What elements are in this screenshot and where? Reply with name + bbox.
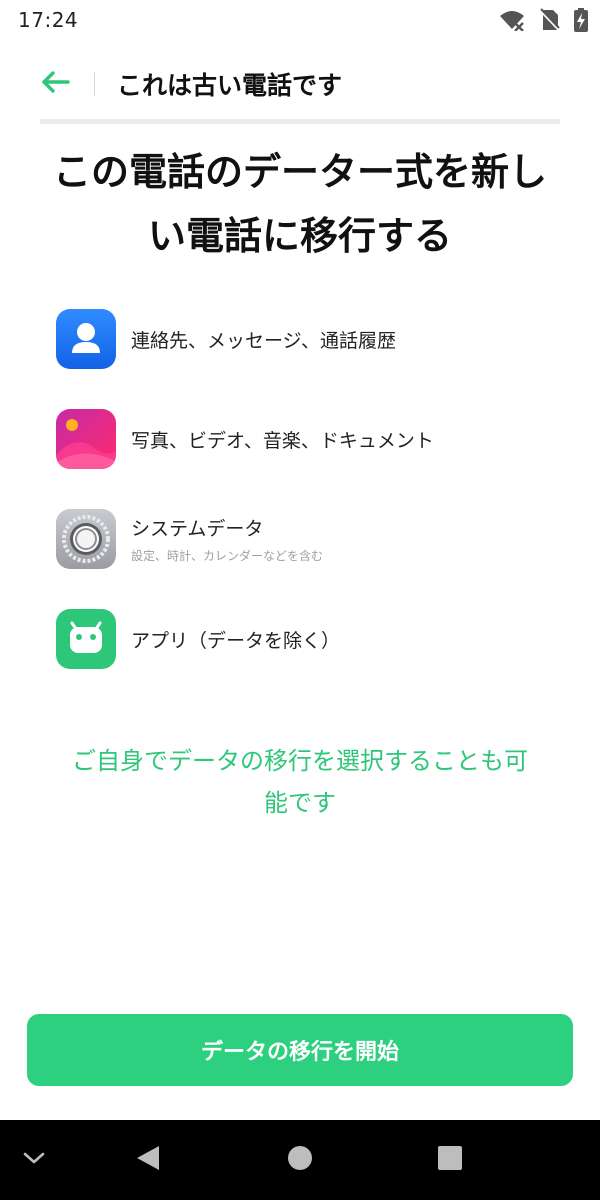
home-circle-icon — [287, 1145, 313, 1175]
chevron-down-icon — [22, 1150, 46, 1170]
list-item-text: システムデータ 設定、時計、カレンダーなどを含む — [131, 514, 323, 564]
select-data-manually-link[interactable]: ご自身でデータの移行を選択することも可 能です — [50, 740, 550, 824]
select-link-line-2: 能です — [264, 789, 336, 817]
list-item-media: 写真、ビデオ、音楽、ドキュメント — [56, 408, 556, 470]
navigation-bar — [0, 1120, 600, 1200]
list-item-system-data: システムデータ 設定、時計、カレンダーなどを含む — [56, 508, 556, 570]
list-item-text: アプリ（データを除く） — [131, 626, 340, 653]
list-item-contacts: 連絡先、メッセージ、通話履歴 — [56, 308, 556, 370]
list-item-label: システムデータ — [131, 518, 264, 540]
header: これは古い電話です — [40, 60, 560, 108]
headline: この電話のデーター式を新し い電話に移行する — [20, 140, 580, 268]
start-transfer-button[interactable]: データの移行を開始 — [27, 1014, 573, 1086]
status-icons — [498, 8, 588, 32]
select-link-line-1: ご自身でデータの移行を選択することも可 — [72, 747, 528, 775]
no-sim-icon — [540, 8, 560, 32]
headline-line-2: い電話に移行する — [147, 214, 452, 258]
header-rule — [40, 119, 560, 124]
list-item-label: 写真、ビデオ、音楽、ドキュメント — [131, 429, 434, 452]
list-item-sublabel: 設定、時計、カレンダーなどを含む — [131, 549, 324, 563]
recents-square-icon — [437, 1145, 463, 1175]
back-button[interactable] — [40, 64, 80, 104]
contacts-icon — [56, 309, 116, 369]
status-bar: 17:24 — [0, 0, 600, 40]
battery-charging-icon — [574, 8, 588, 32]
page-title: これは古い電話です — [117, 71, 343, 100]
list-item-text: 連絡先、メッセージ、通話履歴 — [131, 326, 396, 353]
header-divider — [94, 72, 95, 96]
list-item-apps: アプリ（データを除く） — [56, 608, 556, 670]
list-item-text: 写真、ビデオ、音楽、ドキュメント — [131, 426, 434, 453]
nav-home-button[interactable] — [280, 1120, 320, 1200]
nav-collapse-button[interactable] — [14, 1120, 54, 1200]
back-triangle-icon — [135, 1144, 161, 1176]
headline-line-1: この電話のデーター式を新し — [52, 150, 547, 194]
screen: 17:24 これは古い電話です この電話のデーター式を新し い電話に移行する 連… — [0, 0, 600, 1200]
android-apps-icon — [56, 609, 116, 669]
list-item-label: アプリ（データを除く） — [131, 629, 341, 652]
status-time: 17:24 — [18, 8, 79, 32]
list-item-label: 連絡先、メッセージ、通話履歴 — [131, 329, 397, 352]
wifi-off-icon — [498, 9, 526, 31]
photos-icon — [56, 409, 116, 469]
nav-recents-button[interactable] — [430, 1120, 470, 1200]
arrow-left-icon — [40, 70, 70, 98]
settings-icon — [56, 509, 116, 569]
nav-back-button[interactable] — [128, 1120, 168, 1200]
